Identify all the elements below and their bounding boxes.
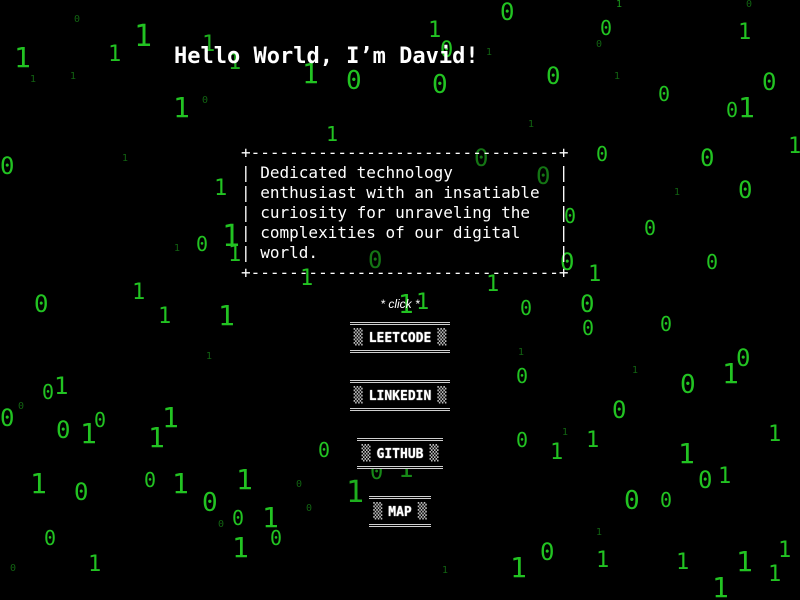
shade-right-icon: ▒ [429,444,439,462]
rain-digit: 1 [616,0,623,10]
rain-digit: 1 [206,351,213,362]
rain-digit: 1 [30,467,47,500]
map-button-row: ▒ MAP ▒ [0,496,800,527]
rain-digit: 1 [172,467,189,500]
bio-line: +--------------------------------+ [241,143,569,162]
rain-digit: 0 [596,39,603,50]
rain-digit: 1 [214,176,228,201]
rain-digit: 1 [736,545,753,578]
shade-right-icon: ▒ [417,502,427,520]
rain-digit: 1 [588,262,602,287]
rain-digit: 1 [174,243,181,254]
rain-digit: 1 [632,365,639,376]
rain-digit: 0 [74,14,81,25]
click-hint: * click * [380,297,420,311]
rain-digit: 1 [738,91,755,124]
rain-digit: 1 [562,427,569,438]
rain-digit: 1 [236,463,253,496]
leetcode-button-label: LEETCODE [368,331,432,346]
rain-digit: 0 [500,0,515,26]
bio-line: +--------------------------------+ [241,263,569,282]
shade-left-icon: ▒ [353,328,363,346]
github-button-label: GITHUB [376,447,424,462]
rain-digit: 1 [788,134,800,159]
bio-line: | complexities of our digital | [241,223,569,242]
rain-digit: 0 [144,468,157,492]
rain-digit: 0 [726,98,739,122]
rain-digit: 0 [746,0,753,10]
rain-digit: 1 [528,119,535,130]
rain-digit: 1 [738,20,752,45]
page-title: Hello World, I’m David! [174,44,479,69]
rain-digit: 1 [232,531,249,564]
rain-digit: 1 [134,19,153,54]
rain-digit: 1 [596,548,610,573]
map-button-label: MAP [388,505,412,520]
rain-digit: 1 [122,153,129,164]
rain-digit: 0 [700,144,715,172]
rain-digit: 1 [768,562,782,587]
bio-text-box: +--------------------------------+ | Ded… [241,143,569,283]
rain-digit: 0 [202,95,209,106]
rain-digit: 0 [762,68,777,96]
bio-line: | enthusiast with an insatiable | [241,183,569,202]
github-button-row: ▒ GITHUB ▒ [0,438,800,469]
rain-digit: 0 [706,250,719,274]
rain-digit: 1 [228,242,242,267]
rain-digit: 0 [196,232,209,256]
rain-digit: 1 [778,538,792,563]
bio-line: | world. | [241,243,569,262]
rain-digit: 1 [718,464,732,489]
shade-left-icon: ▒ [361,444,371,462]
shade-right-icon: ▒ [437,386,447,404]
rain-digit: 1 [30,74,37,85]
linkedin-button-label: LINKEDIN [368,389,432,404]
rain-digit: 0 [658,82,671,106]
shade-right-icon: ▒ [437,328,447,346]
rain-digit: 0 [596,142,609,166]
rain-digit: 0 [296,479,303,490]
rain-digit: 1 [442,565,449,576]
linkedin-button-row: ▒ LINKEDIN ▒ [0,380,800,411]
rain-digit: 0 [346,66,362,96]
map-button[interactable]: ▒ MAP ▒ [369,496,431,527]
rain-digit: 1 [108,42,122,67]
rain-digit: 0 [44,526,57,550]
rain-digit: 1 [712,571,729,600]
rain-digit: 1 [486,47,493,58]
rain-digit: 0 [540,538,555,566]
rain-digit: 0 [546,62,561,90]
rain-digit: 0 [698,466,713,494]
shade-left-icon: ▒ [353,386,363,404]
rain-digit: 0 [0,152,15,180]
rain-digit: 1 [674,187,681,198]
shade-left-icon: ▒ [373,502,383,520]
rain-digit: 1 [614,71,621,82]
rain-digit: 0 [432,70,448,100]
rain-digit: 0 [644,216,657,240]
github-button[interactable]: ▒ GITHUB ▒ [357,438,443,469]
rain-digit: 1 [173,91,190,124]
rain-digit: 0 [600,16,613,40]
linkedin-button[interactable]: ▒ LINKEDIN ▒ [349,380,451,411]
rain-digit: 0 [270,526,283,550]
bio-line: | Dedicated technology | [241,163,569,182]
rain-digit: 1 [88,552,102,577]
rain-digit: 0 [738,176,753,204]
bio-line: | curiosity for unraveling the | [241,203,569,222]
rain-digit: 1 [14,41,31,74]
rain-digit: 0 [10,563,17,574]
leetcode-button-row: ▒ LEETCODE ▒ [0,322,800,353]
rain-digit: 1 [326,122,339,146]
leetcode-button[interactable]: ▒ LEETCODE ▒ [349,322,451,353]
rain-digit: 0 [94,408,107,432]
rain-digit: 1 [676,550,690,575]
rain-digit: 1 [596,527,603,538]
rain-digit: 1 [70,71,77,82]
rain-digit: 1 [510,551,527,584]
